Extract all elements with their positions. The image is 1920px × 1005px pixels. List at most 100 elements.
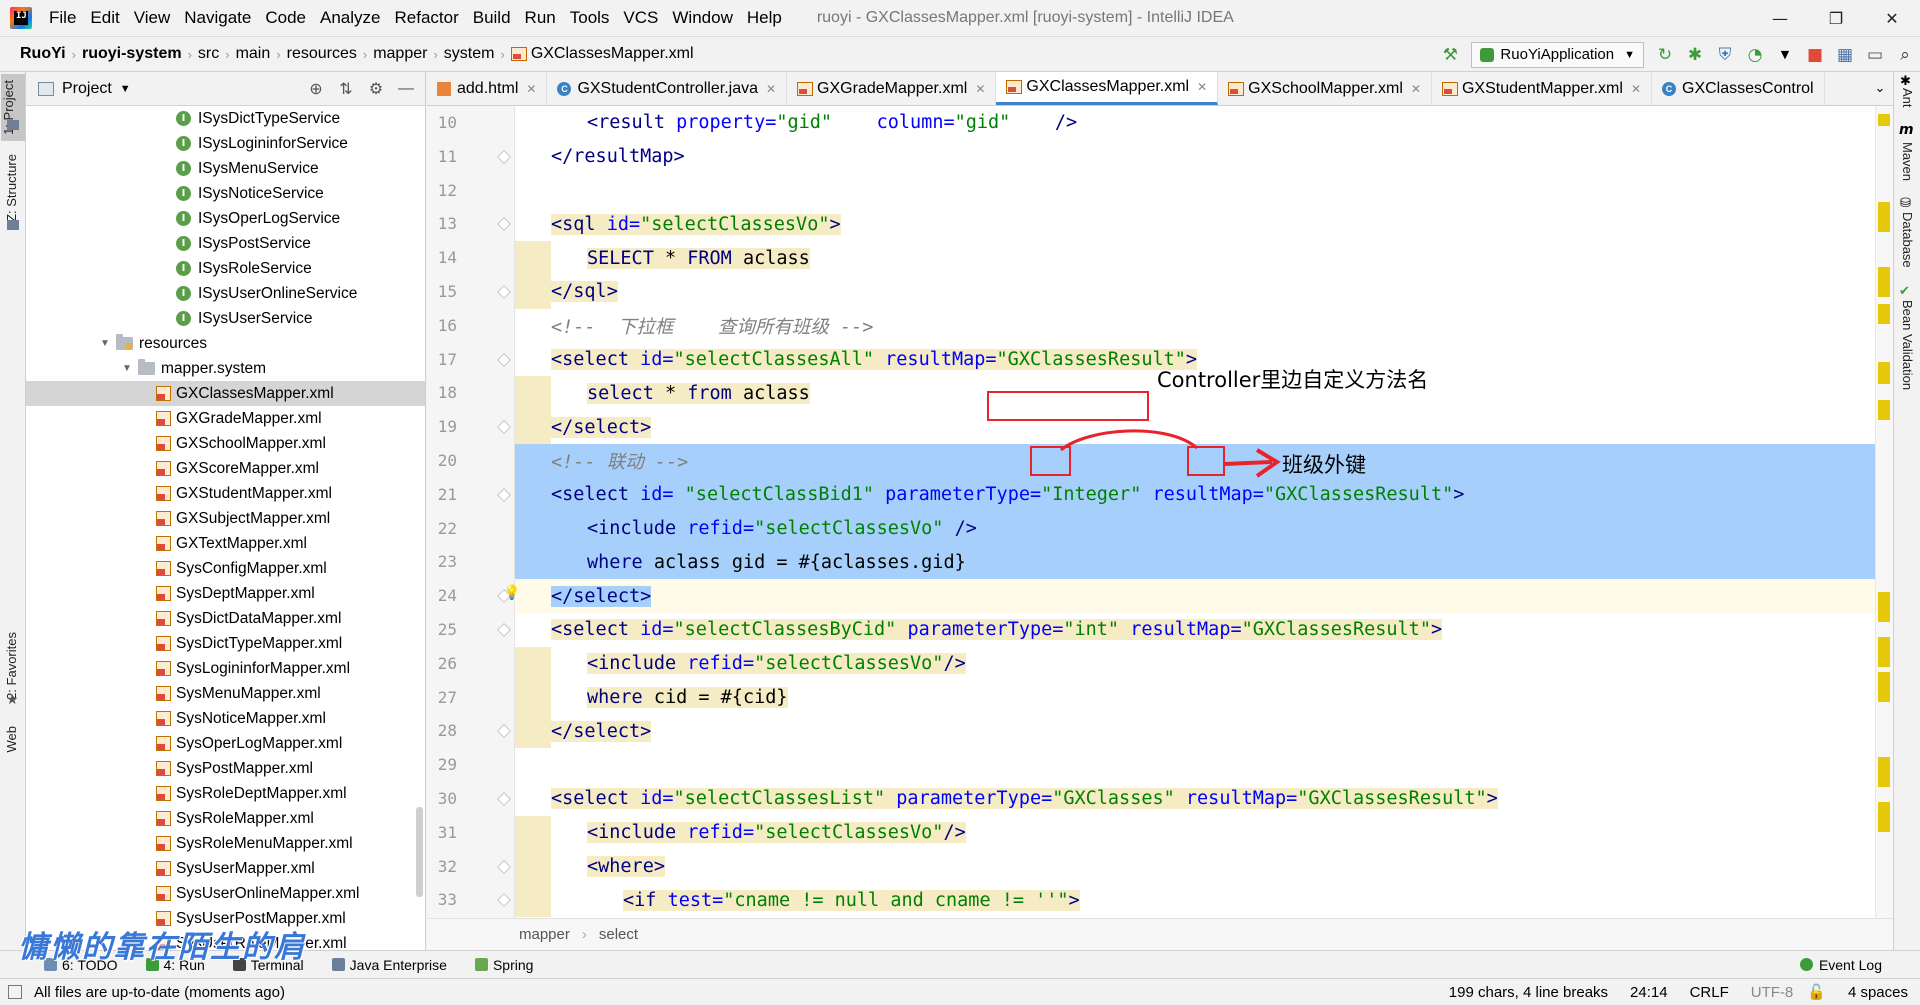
scroll-marker[interactable] bbox=[1878, 304, 1890, 324]
breadcrumb-item[interactable]: resources bbox=[281, 45, 363, 63]
debug-bug-icon[interactable]: ✱ bbox=[1680, 40, 1710, 70]
tree-item[interactable]: GXStudentMapper.xml bbox=[26, 481, 425, 506]
tree-item[interactable]: SysRoleMapper.xml bbox=[26, 806, 425, 831]
fold-marker-icon[interactable] bbox=[496, 893, 512, 908]
gear-icon[interactable]: ⚙ bbox=[361, 79, 391, 99]
toggle-tool-windows-icon[interactable] bbox=[8, 985, 22, 999]
tree-item[interactable]: ▼ mapper.system bbox=[26, 356, 425, 381]
stop-icon[interactable]: ■ bbox=[1800, 40, 1830, 70]
bottom-tool-java-enterprise[interactable]: Java Enterprise bbox=[331, 957, 447, 973]
close-tab-icon[interactable]: ✕ bbox=[975, 82, 985, 96]
minimize-button[interactable]: — bbox=[1752, 0, 1808, 36]
chevron-down-icon[interactable]: ▼ bbox=[120, 363, 134, 374]
scroll-marker[interactable] bbox=[1878, 672, 1890, 702]
close-tab-icon[interactable]: ✕ bbox=[526, 82, 536, 96]
close-window-button[interactable]: ✕ bbox=[1864, 0, 1920, 36]
fold-marker-icon[interactable] bbox=[496, 284, 512, 300]
profile-icon[interactable]: ◔ bbox=[1740, 40, 1770, 70]
ant-tool-button[interactable]: Ant bbox=[1900, 88, 1915, 108]
bean-validation-tool-button[interactable]: Bean Validation bbox=[1900, 300, 1915, 390]
breadcrumb-item[interactable]: RuoYi bbox=[14, 45, 72, 63]
chevron-down-icon[interactable]: ▼ bbox=[120, 83, 131, 95]
editor-error-stripe[interactable] bbox=[1875, 106, 1893, 918]
database-tool-button[interactable]: Database bbox=[1900, 212, 1915, 268]
tree-item[interactable]: I ISysDictTypeService bbox=[26, 106, 425, 131]
tree-item[interactable]: SysMenuMapper.xml bbox=[26, 681, 425, 706]
event-log-button[interactable]: Event Log bbox=[1799, 957, 1882, 973]
close-tab-icon[interactable]: ✕ bbox=[1631, 82, 1641, 96]
tree-item[interactable]: I ISysUserOnlineService bbox=[26, 281, 425, 306]
fold-marker-icon[interactable] bbox=[496, 352, 512, 367]
close-tab-icon[interactable]: ✕ bbox=[1197, 80, 1207, 94]
hide-panel-icon[interactable]: — bbox=[391, 80, 421, 98]
bottom-tool-spring[interactable]: Spring bbox=[474, 957, 533, 973]
fold-marker-icon[interactable] bbox=[496, 859, 512, 874]
menu-analyze[interactable]: Analyze bbox=[313, 8, 387, 28]
tree-item[interactable]: I ISysRoleService bbox=[26, 256, 425, 281]
crumb-mapper[interactable]: mapper bbox=[519, 926, 570, 943]
tree-item[interactable]: SysDictTypeMapper.xml bbox=[26, 631, 425, 656]
fold-marker-icon[interactable] bbox=[496, 724, 512, 739]
maximize-button[interactable]: ❐ bbox=[1808, 0, 1864, 36]
tree-item[interactable]: SysConfigMapper.xml bbox=[26, 556, 425, 581]
breadcrumb-item[interactable]: mapper bbox=[367, 45, 433, 63]
chevron-down-icon[interactable]: ▼ bbox=[98, 338, 112, 349]
fold-marker-icon[interactable] bbox=[496, 622, 512, 638]
scroll-marker[interactable] bbox=[1878, 400, 1890, 420]
tree-item[interactable]: GXTextMapper.xml bbox=[26, 531, 425, 556]
close-tab-icon[interactable]: ✕ bbox=[766, 82, 776, 96]
menu-view[interactable]: View bbox=[127, 8, 178, 28]
tree-item[interactable]: I ISysUserService bbox=[26, 306, 425, 331]
coverage-icon[interactable]: ⛨ bbox=[1710, 40, 1740, 70]
collapse-all-icon[interactable]: ⇅ bbox=[331, 79, 361, 99]
code-editor[interactable]: 10 11 12 13 14 15 16 17 18 19 20 21 22 23 24 25 26 27 28 29… bbox=[427, 106, 1893, 918]
tree-item[interactable]: I ISysNoticeService bbox=[26, 181, 425, 206]
editor-tab[interactable]: GXClassesMapper.xml ✕ bbox=[996, 72, 1219, 105]
scroll-marker[interactable] bbox=[1878, 757, 1890, 787]
editor-tab[interactable]: GXStudentMapper.xml ✕ bbox=[1432, 72, 1652, 105]
fold-marker-icon[interactable] bbox=[496, 791, 512, 807]
structure-tool-button[interactable]: Z: Structure bbox=[4, 154, 19, 222]
editor-tab[interactable]: GXSchoolMapper.xml ✕ bbox=[1218, 72, 1432, 105]
editor-tab[interactable]: C GXStudentController.java ✕ bbox=[547, 72, 788, 105]
scroll-marker[interactable] bbox=[1878, 114, 1890, 126]
tree-item[interactable]: I ISysLogininforService bbox=[26, 131, 425, 156]
editor-tab[interactable]: GXGradeMapper.xml ✕ bbox=[787, 72, 997, 105]
fold-marker-icon[interactable] bbox=[496, 217, 512, 232]
fold-marker-icon[interactable] bbox=[496, 420, 512, 435]
tree-item[interactable]: SysLogininforMapper.xml bbox=[26, 656, 425, 681]
search-icon[interactable]: ⌕ bbox=[1890, 40, 1920, 70]
tree-item[interactable]: SysUserMapper.xml bbox=[26, 856, 425, 881]
scroll-marker[interactable] bbox=[1878, 592, 1890, 622]
tree-item[interactable]: ▼ resources bbox=[26, 331, 425, 356]
tree-item[interactable]: SysNoticeMapper.xml bbox=[26, 706, 425, 731]
scroll-marker[interactable] bbox=[1878, 362, 1890, 384]
editor-tab[interactable]: C GXClassesControl bbox=[1652, 72, 1825, 105]
tree-item[interactable]: SysPostMapper.xml bbox=[26, 756, 425, 781]
tree-item[interactable]: GXGradeMapper.xml bbox=[26, 406, 425, 431]
tree-item[interactable]: I ISysPostService bbox=[26, 231, 425, 256]
menu-help[interactable]: Help bbox=[740, 8, 789, 28]
menu-vcs[interactable]: VCS bbox=[616, 8, 665, 28]
tree-item[interactable]: I ISysMenuService bbox=[26, 156, 425, 181]
editor-tab[interactable]: add.html ✕ bbox=[427, 72, 548, 105]
breadcrumb-item[interactable]: ruoyi-system bbox=[76, 45, 188, 63]
fold-marker-icon[interactable] bbox=[496, 149, 512, 164]
breadcrumb-item[interactable]: system bbox=[438, 45, 501, 63]
maven-tool-button[interactable]: Maven bbox=[1900, 142, 1915, 181]
more-run-options-icon[interactable]: ▼ bbox=[1770, 40, 1800, 70]
presentation-mode-icon[interactable]: ▭ bbox=[1860, 40, 1890, 70]
breadcrumb-item[interactable]: GXClassesMapper.xml bbox=[505, 45, 700, 63]
code-area[interactable]: <result property="gid" column="gid" /> </… bbox=[503, 106, 1875, 918]
tree-item[interactable]: I ISysOperLogService bbox=[26, 206, 425, 231]
menu-run[interactable]: Run bbox=[518, 8, 563, 28]
indent-setting[interactable]: 4 spaces bbox=[1848, 984, 1908, 1001]
tree-item[interactable]: SysRoleMenuMapper.xml bbox=[26, 831, 425, 856]
web-tool-button[interactable]: Web bbox=[4, 726, 19, 753]
menu-code[interactable]: Code bbox=[258, 8, 313, 28]
menu-file[interactable]: File bbox=[42, 8, 83, 28]
rerun-icon[interactable]: ↻ bbox=[1650, 40, 1680, 70]
project-scrollbar[interactable] bbox=[416, 807, 423, 897]
tree-item[interactable]: GXSchoolMapper.xml bbox=[26, 431, 425, 456]
menu-refactor[interactable]: Refactor bbox=[387, 8, 465, 28]
